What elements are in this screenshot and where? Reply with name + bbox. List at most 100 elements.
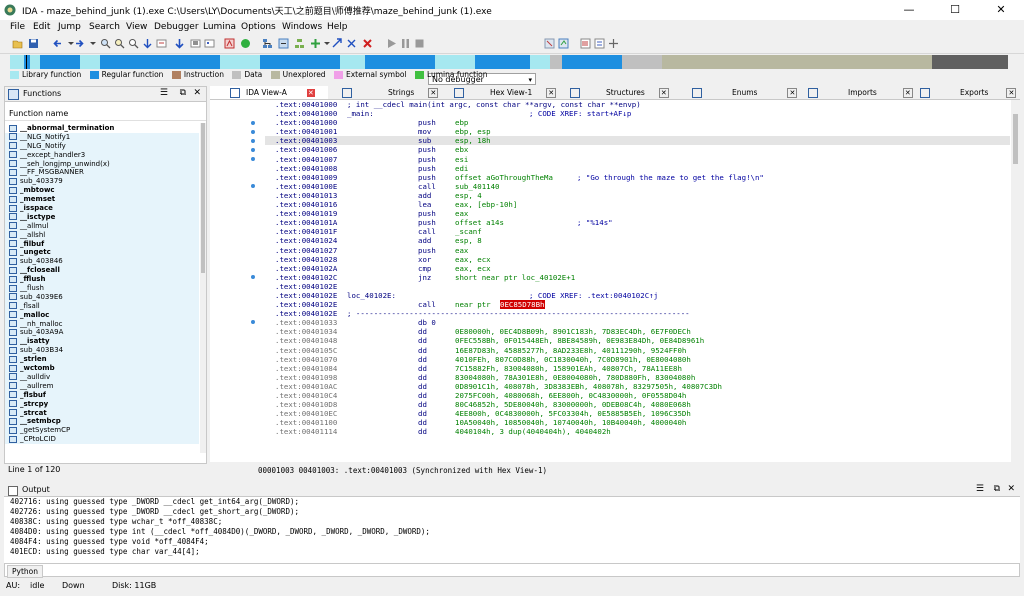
close-icon[interactable]: ✕ xyxy=(428,88,439,98)
code-line[interactable]: .text:00401008 push edi xyxy=(265,164,1010,173)
bad-reference[interactable]: 0EC85D78Bh xyxy=(500,300,545,310)
close-icon[interactable]: ✕ xyxy=(1007,484,1015,494)
code-line[interactable]: .text:00401019 push eax xyxy=(265,209,1010,218)
breakpoint-dot[interactable] xyxy=(251,320,255,324)
function-list-item[interactable]: __setmbcp xyxy=(5,417,199,427)
breakpoint-dot[interactable] xyxy=(251,184,255,188)
function-list-item[interactable]: __flush xyxy=(5,284,199,293)
flowchart-icon[interactable] xyxy=(294,38,305,49)
code-icon[interactable] xyxy=(190,38,201,49)
tab-imports[interactable]: Imports ✕ xyxy=(804,86,914,99)
function-list-item[interactable]: _filbuf xyxy=(5,239,199,249)
function-list-item[interactable]: __FF_MSGBANNER xyxy=(5,168,199,178)
close-icon[interactable]: ✕ xyxy=(902,88,913,98)
code-line[interactable]: .text:00401084 dd 7C15882Fh, 83004080h, 15… xyxy=(265,364,1010,373)
code-line[interactable]: .text:0040101A push offset a14s ; "%14s" xyxy=(265,218,1010,227)
menu-file[interactable]: File xyxy=(10,22,25,32)
code-line[interactable]: .text:00401070 dd 4010FEh, 807C0D88h, 0C18… xyxy=(265,355,1010,364)
menu-debugger[interactable]: Debugger xyxy=(154,22,199,32)
function-list-item[interactable]: _flsbuf xyxy=(5,390,199,400)
code-line[interactable]: .text:00401033 db 0 xyxy=(265,318,1010,327)
code-line[interactable]: .text:0040102E call near ptr 0EC85D78Bh xyxy=(265,300,1010,310)
function-list-item[interactable]: sub_403A9A xyxy=(5,328,199,338)
breakpoint-dot[interactable] xyxy=(251,148,255,152)
code-line[interactable]: .text:0040102A cmp eax, ecx xyxy=(265,264,1010,273)
function-list-item[interactable]: _ungetc xyxy=(5,248,199,258)
minimize-button[interactable]: — xyxy=(886,0,932,20)
tab-enums[interactable]: Enums ✕ xyxy=(682,86,802,99)
function-list-item[interactable]: _strcpy xyxy=(5,399,199,409)
menu-search[interactable]: Search xyxy=(89,22,120,32)
forward-arrow-icon[interactable] xyxy=(74,38,85,49)
panel-menu-icon[interactable]: ☰ xyxy=(160,88,168,98)
output-window[interactable]: 402716: using guessed type _DWORD __cdec… xyxy=(4,497,1020,563)
function-list-item[interactable]: sub_403846 xyxy=(5,257,199,267)
tracing-icon[interactable] xyxy=(608,38,619,49)
tab-ida-view-a[interactable]: IDA View-A ✕ xyxy=(210,86,328,99)
disassembly-view[interactable]: .text:00401000 ; int __cdecl main(int arg… xyxy=(210,100,1020,462)
menu-options[interactable]: Options xyxy=(241,22,276,32)
function-list-item[interactable]: __aulldiv xyxy=(5,372,199,382)
new-breakpoint-icon[interactable] xyxy=(346,38,357,49)
menu-help[interactable]: Help xyxy=(327,22,348,32)
close-icon[interactable]: ✕ xyxy=(658,88,669,98)
close-icon[interactable]: ✕ xyxy=(306,89,315,97)
stop-icon[interactable] xyxy=(414,38,425,49)
code-line[interactable]: .text:0040102E loc_40102E: ; CODE XREF: .t… xyxy=(265,291,1010,300)
code-line[interactable]: .text:00401048 dd 0FEC558Bh, 0F015448Eh, 8… xyxy=(265,336,1010,345)
code-line[interactable]: .text:00401007 push esi xyxy=(265,155,1010,164)
breakpoint-dot[interactable] xyxy=(251,139,255,143)
proximity-icon[interactable] xyxy=(278,38,289,49)
code-line[interactable]: .text:00401006 push ebx xyxy=(265,145,1010,154)
code-line[interactable]: .text:0040105C dd 16E87D83h, 45885277h, 8A… xyxy=(265,346,1010,355)
undefine-icon[interactable] xyxy=(224,38,235,49)
menu-lumina[interactable]: Lumina xyxy=(203,22,236,32)
functions-scrollbar[interactable] xyxy=(200,123,206,453)
function-list-item[interactable]: _getSystemCP xyxy=(5,426,199,436)
function-list-item[interactable]: _isspace xyxy=(5,204,199,213)
tab-hex-view[interactable]: Hex View-1 ✕ xyxy=(446,86,564,99)
breakpoint-dot[interactable] xyxy=(251,275,255,279)
maximize-button[interactable]: ☐ xyxy=(932,0,978,20)
function-list-item[interactable]: _flsall xyxy=(5,301,199,311)
code-line[interactable]: .text:00401034 dd 0E80000h, 0EC4D8B09h, 89… xyxy=(265,327,1010,336)
delete-icon[interactable] xyxy=(362,38,373,49)
function-name-column-header[interactable]: Function name xyxy=(5,109,206,121)
xrefs-icon[interactable] xyxy=(332,38,343,49)
code-line[interactable]: .text:00401009 push offset aGoThroughTheMa… xyxy=(265,173,1010,182)
code-line[interactable]: .text:0040100E call sub_401140 xyxy=(265,182,1010,191)
jump-to-address-icon[interactable] xyxy=(142,38,153,49)
function-list-item[interactable]: __allshl xyxy=(5,230,199,240)
lumina-status-icon[interactable] xyxy=(240,38,251,49)
function-list-item[interactable]: __NLG_Notify1 xyxy=(5,132,199,142)
mark-position-icon[interactable] xyxy=(156,38,167,49)
tab-structures[interactable]: Structures ✕ xyxy=(564,86,682,99)
function-list-item[interactable]: _malloc xyxy=(5,310,199,320)
function-list-item[interactable]: __fcloseall xyxy=(5,266,199,276)
run-to-cursor-icon[interactable] xyxy=(558,38,569,49)
data-icon[interactable] xyxy=(204,38,215,49)
function-list-item[interactable]: __isatty xyxy=(5,337,199,347)
binary-search-icon[interactable] xyxy=(100,38,111,49)
function-list-item[interactable]: __except_handler3 xyxy=(5,150,199,160)
function-list-item[interactable]: _CPtoLCID xyxy=(5,435,199,445)
function-list-item[interactable]: __isctype xyxy=(5,212,199,222)
breakpoint-dot[interactable] xyxy=(251,130,255,134)
code-line[interactable]: .text:00401100 dd 10A50040h, 10850040h, 10… xyxy=(265,418,1010,427)
save-icon[interactable] xyxy=(28,38,39,49)
code-line[interactable]: .text:00401013 add esp, 4 xyxy=(265,191,1010,200)
code-line[interactable]: .text:0040102E xyxy=(265,282,1010,291)
function-list-item[interactable]: __nh_malloc xyxy=(5,319,199,329)
function-list-item[interactable]: _fflush xyxy=(5,275,199,285)
add-function-icon[interactable] xyxy=(310,38,321,49)
function-list-item[interactable]: __abnormal_termination xyxy=(5,124,199,133)
close-icon[interactable]: ✕ xyxy=(193,88,201,98)
float-icon[interactable]: ⧉ xyxy=(994,484,1000,494)
navigation-band[interactable] xyxy=(10,55,1008,69)
function-list-item[interactable]: _memset xyxy=(5,195,199,205)
code-line[interactable]: .text:004010EC dd 4EE800h, 0C4830000h, 5FC… xyxy=(265,409,1010,418)
forward-dropdown-icon[interactable] xyxy=(88,38,99,49)
graph-overview-icon[interactable] xyxy=(262,38,273,49)
code-line[interactable]: .text:00401114 dd 4040104h, 3 dup(4040404h… xyxy=(265,427,1010,436)
open-icon[interactable] xyxy=(12,38,23,49)
